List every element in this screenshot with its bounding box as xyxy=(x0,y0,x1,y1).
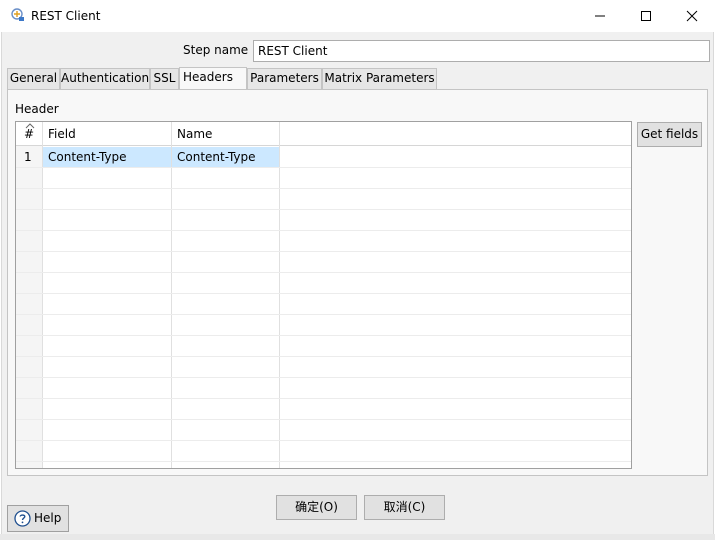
help-icon xyxy=(14,510,31,527)
row-divider xyxy=(16,377,631,378)
headers-table[interactable]: # Field Name 1 Content-Type Content-Type xyxy=(15,121,632,469)
tab-headers[interactable]: Headers xyxy=(179,67,247,90)
step-name-label: Step name xyxy=(183,43,249,57)
step-name-input[interactable] xyxy=(253,40,710,62)
header-section-label: Header xyxy=(15,102,59,116)
row-divider xyxy=(16,356,631,357)
tab-parameters[interactable]: Parameters xyxy=(247,68,322,89)
tab-matrix-parameters[interactable]: Matrix Parameters xyxy=(322,68,437,89)
row-divider xyxy=(16,272,631,273)
help-label: Help xyxy=(34,511,62,525)
row-divider xyxy=(16,188,631,189)
column-divider xyxy=(279,122,280,468)
row-number[interactable]: 1 xyxy=(24,147,32,167)
tab-ssl[interactable]: SSL xyxy=(150,68,179,89)
cell-field[interactable]: Content-Type xyxy=(48,147,127,167)
column-divider xyxy=(171,122,172,468)
close-button[interactable] xyxy=(669,0,715,32)
window-title: REST Client xyxy=(31,9,101,23)
row-divider xyxy=(16,461,631,462)
get-fields-button[interactable]: Get fields xyxy=(637,122,702,147)
cancel-button[interactable]: 取消(C) xyxy=(364,495,445,520)
row-divider xyxy=(16,440,631,441)
cell-name[interactable]: Content-Type xyxy=(177,147,256,167)
underlying-window-strip xyxy=(0,534,715,540)
row-divider xyxy=(16,209,631,210)
maximize-button[interactable] xyxy=(623,0,669,32)
rest-client-app-icon xyxy=(11,8,24,21)
column-header-name[interactable]: Name xyxy=(177,127,212,141)
minimize-button[interactable] xyxy=(577,0,623,32)
column-divider xyxy=(42,122,43,468)
row-divider xyxy=(16,230,631,231)
row-divider xyxy=(16,251,631,252)
row-divider xyxy=(16,314,631,315)
row-divider xyxy=(16,398,631,399)
row-divider xyxy=(16,293,631,294)
minimize-icon xyxy=(595,15,605,17)
row-divider xyxy=(16,335,631,336)
row-divider xyxy=(16,419,631,420)
tab-authentication[interactable]: Authentication xyxy=(60,68,150,89)
column-header-field[interactable]: Field xyxy=(48,127,76,141)
column-header-number[interactable]: # xyxy=(24,127,34,141)
tab-general[interactable]: General xyxy=(7,68,60,89)
ok-button[interactable]: 确定(O) xyxy=(276,495,357,520)
help-button[interactable]: Help xyxy=(7,505,69,532)
row-divider xyxy=(16,167,631,168)
table-header xyxy=(16,122,631,146)
close-icon xyxy=(686,10,698,22)
maximize-icon xyxy=(641,11,651,21)
